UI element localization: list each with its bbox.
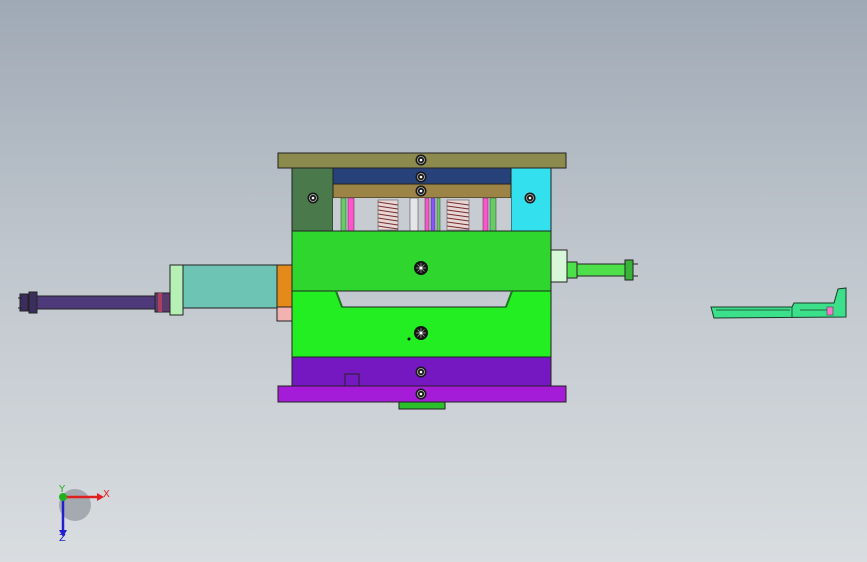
screw-icon bbox=[524, 192, 536, 204]
side-cylinder[interactable] bbox=[550, 249, 638, 283]
y-axis-label: Y bbox=[58, 484, 66, 495]
axis-triad: X Y Z bbox=[58, 484, 110, 544]
cad-viewport[interactable]: X Y Z bbox=[0, 0, 867, 562]
screw-icon bbox=[415, 366, 427, 378]
screw-icon bbox=[415, 185, 427, 197]
mold-assembly-drawing[interactable]: X Y Z bbox=[0, 0, 867, 562]
cylinder-body[interactable] bbox=[169, 264, 294, 322]
screw-icon bbox=[415, 154, 427, 166]
core-plate[interactable] bbox=[291, 290, 552, 358]
x-axis-label: X bbox=[103, 489, 110, 500]
z-axis-label: Z bbox=[59, 533, 66, 544]
cylinder-rod[interactable] bbox=[18, 291, 172, 314]
screw-icon bbox=[307, 192, 319, 204]
screw-icon bbox=[413, 325, 429, 341]
screw-icon bbox=[413, 260, 429, 276]
screw-icon bbox=[415, 388, 427, 400]
cavity-plate[interactable] bbox=[291, 230, 552, 292]
locating-ring[interactable] bbox=[398, 401, 446, 410]
molded-part[interactable] bbox=[710, 287, 847, 319]
screw-icon bbox=[415, 171, 427, 183]
ejector-pins-area bbox=[333, 197, 511, 232]
